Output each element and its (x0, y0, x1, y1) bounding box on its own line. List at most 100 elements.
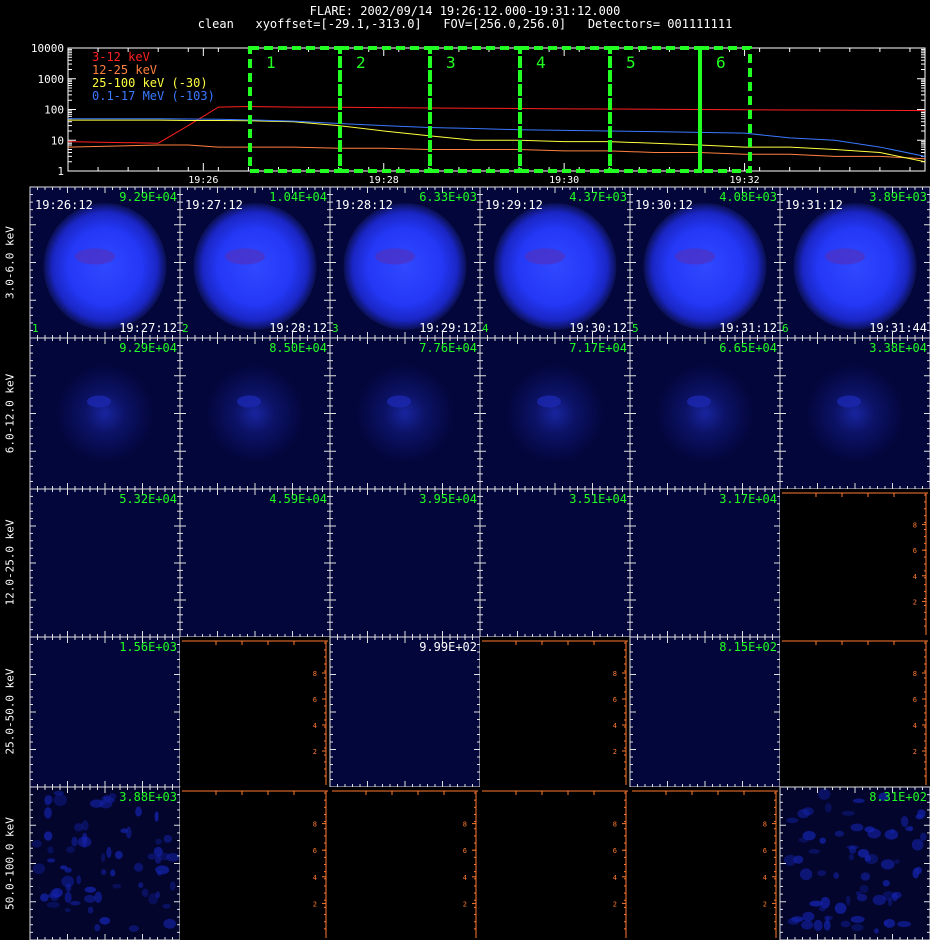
end-time: 19:27:12 (119, 321, 177, 335)
panel-background (30, 637, 180, 787)
noise-blob (112, 883, 122, 889)
source-disk (793, 203, 917, 330)
source-faint (505, 363, 605, 464)
image-cell: 3.38E+04 (779, 337, 930, 490)
noise-blob (880, 859, 895, 870)
noise-blob (823, 920, 831, 931)
end-time: 19:29:12 (419, 321, 477, 335)
image-cell: 8.31E+02 (779, 786, 930, 940)
noise-blob (84, 886, 96, 893)
noise-blob (101, 869, 107, 876)
empty-panel-tick-label: 2 (313, 748, 317, 756)
image-cell: 8.50E+04 (179, 337, 331, 490)
image-cell: 5.32E+04 (29, 488, 181, 638)
row-label: 50.0-100.0 keV (3, 816, 17, 910)
noise-blob (848, 853, 855, 861)
noise-blob (156, 870, 162, 876)
noise-blob (882, 891, 895, 901)
noise-blob (819, 837, 826, 844)
noise-blob (802, 911, 815, 922)
peak-value: 8.50E+04 (269, 341, 327, 355)
noise-blob (818, 788, 831, 800)
noise-blob (69, 900, 81, 906)
noise-blob (66, 846, 76, 854)
noise-blob (138, 882, 144, 888)
empty-panel (330, 787, 480, 940)
panel-background (180, 489, 330, 637)
noise-blob (841, 810, 855, 816)
noise-blob (873, 928, 879, 934)
noise-blob (61, 875, 75, 888)
empty-panel-tick-label: 8 (313, 670, 317, 678)
peak-value: 3.17E+04 (719, 492, 777, 506)
peak-value: 6.33E+03 (419, 190, 477, 204)
empty-panel-tick-label: 4 (613, 874, 617, 882)
noise-blob (897, 921, 911, 928)
empty-panel-tick-label: 4 (913, 573, 917, 581)
start-time: 19:26:12 (35, 198, 93, 212)
noise-blob (135, 806, 142, 817)
noise-blob (53, 794, 68, 806)
noise-blob (47, 846, 54, 854)
noise-blob (833, 872, 840, 879)
noise-blob (141, 888, 149, 898)
row-label: 3.0-6.0 keV (3, 225, 17, 299)
start-time: 19:30:12 (635, 198, 693, 212)
empty-panel-tick-label: 4 (763, 874, 767, 882)
noise-blob (819, 906, 826, 912)
start-time: 19:27:12 (185, 198, 243, 212)
image-cell: 7.76E+04 (329, 337, 481, 490)
noise-blob (900, 816, 909, 827)
source-disk (493, 203, 617, 330)
empty-panel-tick-label: 8 (463, 821, 467, 829)
noise-blob (106, 846, 112, 859)
noise-blob (808, 848, 820, 854)
peak-value: 6.65E+04 (719, 341, 777, 355)
column-index: 1 (32, 322, 39, 335)
image-grid: 9.29E+04 19:26:12 19:27:12 1 1.04E+04 19:27:1… (29, 186, 930, 940)
image-cell: 8.15E+02 (629, 636, 781, 788)
noise-blob (817, 870, 827, 876)
noise-blob (802, 807, 814, 816)
noise-blob (859, 884, 869, 894)
empty-panel (180, 787, 330, 940)
empty-panel-tick-label: 6 (613, 696, 617, 704)
row-label: 12.0-25.0 keV (3, 519, 17, 606)
empty-panel-tick-label: 4 (313, 722, 317, 730)
empty-panel-tick-label: 6 (463, 847, 467, 855)
empty-panel-tick-label: 2 (613, 748, 617, 756)
source-core (87, 395, 111, 408)
source-faint (655, 363, 755, 464)
empty-panel-tick-label: 6 (913, 696, 917, 704)
peak-value: 4.08E+03 (719, 190, 777, 204)
panel-background (630, 489, 780, 637)
image-cell: 6.65E+04 (629, 337, 781, 490)
empty-panel-tick-label: 4 (313, 874, 317, 882)
noise-blob (154, 811, 159, 822)
image-cell: 3.89E+03 19:31:12 19:31:44 6 (779, 186, 930, 339)
noise-blob (120, 828, 129, 834)
noise-blob (46, 858, 56, 863)
noise-blob (857, 849, 870, 858)
image-cell: 2 4 6 8 (480, 637, 630, 787)
image-cell: 3.88E+03 (29, 786, 181, 940)
empty-panel-tick-label: 6 (613, 847, 617, 855)
peak-value: 3.51E+04 (569, 492, 627, 506)
noise-blob (157, 852, 170, 861)
noise-blob (114, 850, 123, 860)
noise-blob (155, 838, 162, 845)
image-cell: 2 4 6 8 (330, 787, 480, 940)
peak-value: 4.37E+03 (569, 190, 627, 204)
source-core (237, 395, 261, 408)
image-cell: 3.51E+04 (479, 488, 631, 638)
empty-panel (780, 637, 930, 787)
noise-blob (32, 839, 42, 848)
noise-blob (44, 807, 52, 819)
noise-blob (74, 822, 84, 832)
row-label: 6.0-12.0 keV (3, 373, 17, 453)
peak-value: 4.59E+04 (269, 492, 327, 506)
source-disk (643, 203, 767, 330)
empty-panel-tick-label: 6 (913, 547, 917, 555)
noise-blob (883, 918, 896, 928)
noise-blob (101, 853, 106, 863)
